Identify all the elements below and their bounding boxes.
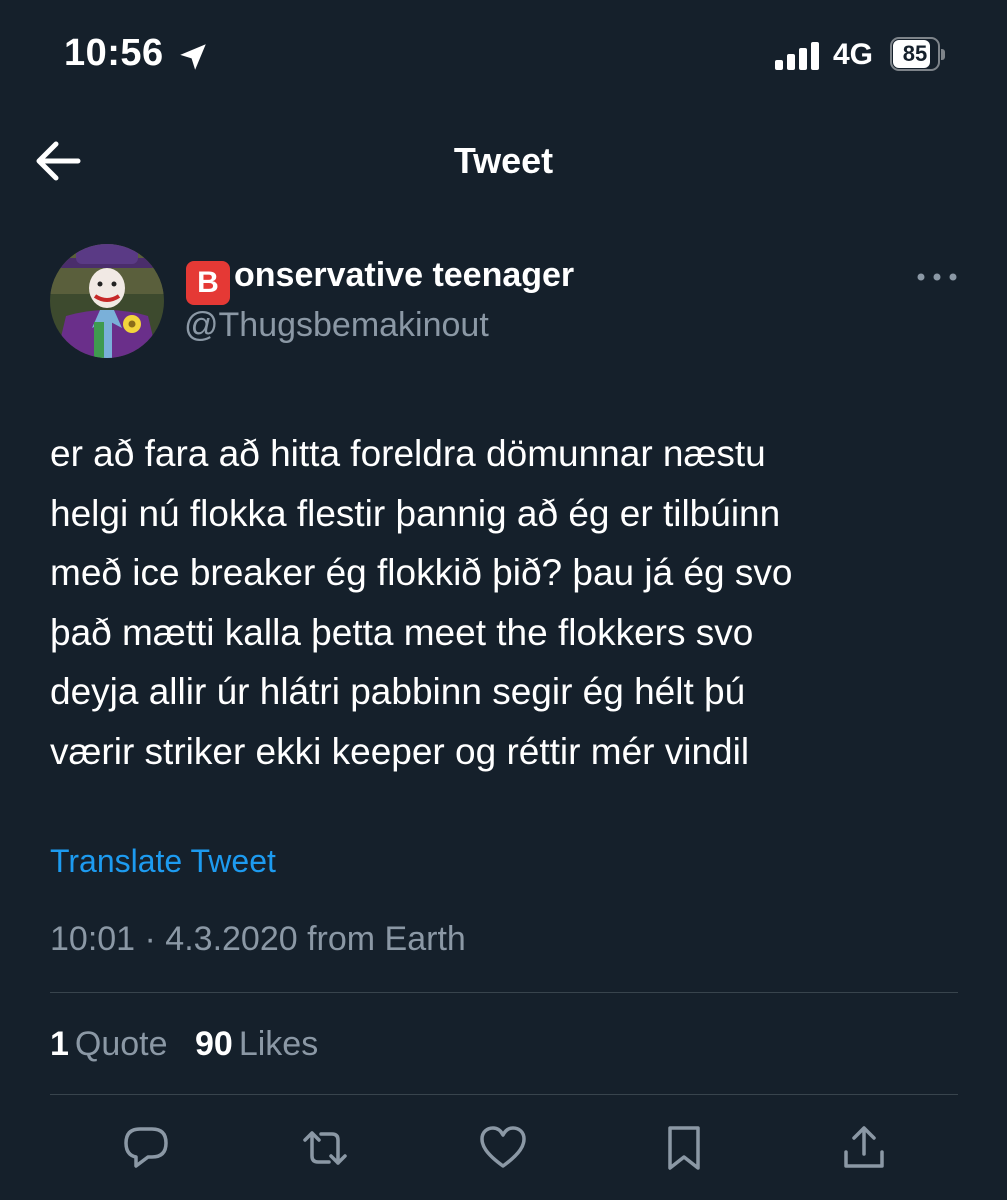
battery-icon: 85 [890, 37, 946, 71]
reply-icon [124, 1127, 168, 1168]
network-type: 4G [833, 38, 874, 71]
b-button-emoji-icon: B [186, 261, 230, 305]
battery-level: 85 [902, 41, 928, 66]
engagement-stats: 1 Quote 90 Likes [50, 1025, 336, 1064]
reply-button[interactable] [118, 1120, 174, 1176]
location-arrow-icon [180, 44, 206, 70]
display-name-text: onservative teenager [234, 256, 575, 294]
tweet-timestamp: 10:01 · 4.3.2020 from Earth [50, 920, 466, 958]
tweet-line: er að fara að hitta foreldra dömunnar næ… [50, 433, 766, 474]
likes-label: Likes [238, 1025, 319, 1063]
tweet-line: helgi nú flokka flestir þannig að ég er … [50, 492, 781, 534]
tweet-line: með ice breaker ég flokkið þið? þau já é… [50, 552, 793, 593]
translate-tweet-link[interactable]: Translate Tweet [50, 843, 276, 880]
tweet-line: værir striker ekki keeper og réttir mér … [50, 730, 750, 772]
page-title: Tweet [453, 140, 554, 181]
bookmark-button[interactable] [656, 1120, 712, 1176]
cellular-signal-icon [775, 42, 819, 70]
divider [50, 1094, 958, 1095]
avatar[interactable] [50, 244, 164, 358]
like-icon [480, 1126, 526, 1168]
tweet-text: er að fara að hitta foreldra dömunnar næ… [50, 424, 950, 781]
more-horizontal-icon [917, 273, 957, 281]
divider [50, 992, 958, 993]
retweet-button[interactable] [297, 1120, 353, 1176]
user-handle[interactable]: @Thugsbemakinout [184, 306, 489, 345]
like-button[interactable] [475, 1120, 531, 1176]
more-button[interactable] [912, 262, 962, 292]
share-button[interactable] [836, 1120, 892, 1176]
quotes-stat[interactable]: 1 Quote [50, 1025, 168, 1064]
retweet-icon [303, 1131, 347, 1165]
status-time: 10:56 [64, 32, 164, 74]
share-icon [844, 1126, 884, 1168]
likes-stat[interactable]: 90 Likes [195, 1025, 318, 1064]
tweet-line: það mætti kalla þetta meet the flokkers … [50, 611, 754, 653]
quotes-label: Quote [74, 1025, 168, 1063]
likes-count: 90 [195, 1025, 233, 1063]
tweet-line: deyja allir úr hlátri pabbinn segir ég h… [50, 671, 746, 712]
bookmark-icon [668, 1126, 700, 1170]
status-bar: 10:56 4G 85 [0, 0, 1007, 110]
display-name[interactable]: Bonservative teenager [186, 256, 574, 305]
quotes-count: 1 [50, 1025, 69, 1063]
